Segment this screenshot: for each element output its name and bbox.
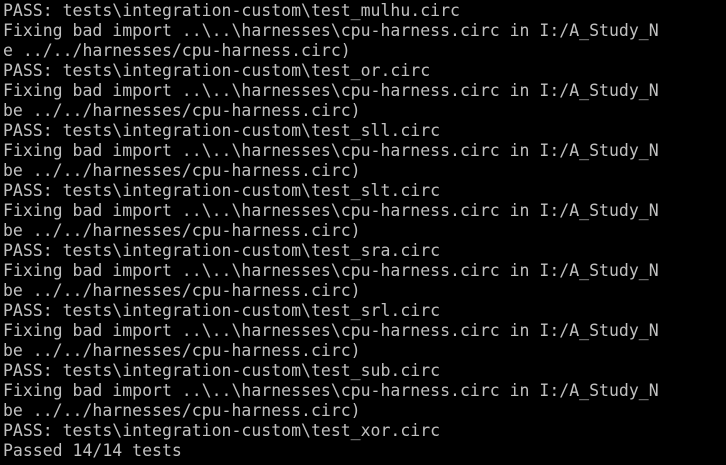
console-line: be ../../harnesses/cpu-harness.circ) — [3, 161, 361, 180]
console-line: be ../../harnesses/cpu-harness.circ) — [3, 401, 361, 420]
console-line: Fixing bad import ..\..\harnesses\cpu-ha… — [3, 141, 659, 160]
console-line: Fixing bad import ..\..\harnesses\cpu-ha… — [3, 81, 659, 100]
console-output[interactable]: PASS: tests\integration-custom\test_mulh… — [3, 1, 726, 465]
console-line: be ../../harnesses/cpu-harness.circ) — [3, 341, 361, 360]
console-line: Fixing bad import ..\..\harnesses\cpu-ha… — [3, 261, 659, 280]
console-line: be ../../harnesses/cpu-harness.circ) — [3, 281, 361, 300]
console-line: PASS: tests\integration-custom\test_sll.… — [3, 121, 441, 140]
console-line: be ../../harnesses/cpu-harness.circ) — [3, 101, 361, 120]
console-line: Fixing bad import ..\..\harnesses\cpu-ha… — [3, 21, 659, 40]
console-line: PASS: tests\integration-custom\test_xor.… — [3, 421, 441, 440]
console-line: Fixing bad import ..\..\harnesses\cpu-ha… — [3, 381, 659, 400]
console-line: Fixing bad import ..\..\harnesses\cpu-ha… — [3, 201, 659, 220]
console-line: PASS: tests\integration-custom\test_srl.… — [3, 301, 441, 320]
console-line: PASS: tests\integration-custom\test_or.c… — [3, 61, 431, 80]
console-line: PASS: tests\integration-custom\test_sra.… — [3, 241, 441, 260]
console-summary-line: Passed 14/14 tests — [3, 441, 182, 460]
console-line: e ../../harnesses/cpu-harness.circ) — [3, 41, 351, 60]
console-line: PASS: tests\integration-custom\test_sub.… — [3, 361, 441, 380]
console-line: Fixing bad import ..\..\harnesses\cpu-ha… — [3, 321, 659, 340]
console-line: PASS: tests\integration-custom\test_slt.… — [3, 181, 441, 200]
console-line: PASS: tests\integration-custom\test_mulh… — [3, 1, 460, 20]
console-line: be ../../harnesses/cpu-harness.circ) — [3, 221, 361, 240]
